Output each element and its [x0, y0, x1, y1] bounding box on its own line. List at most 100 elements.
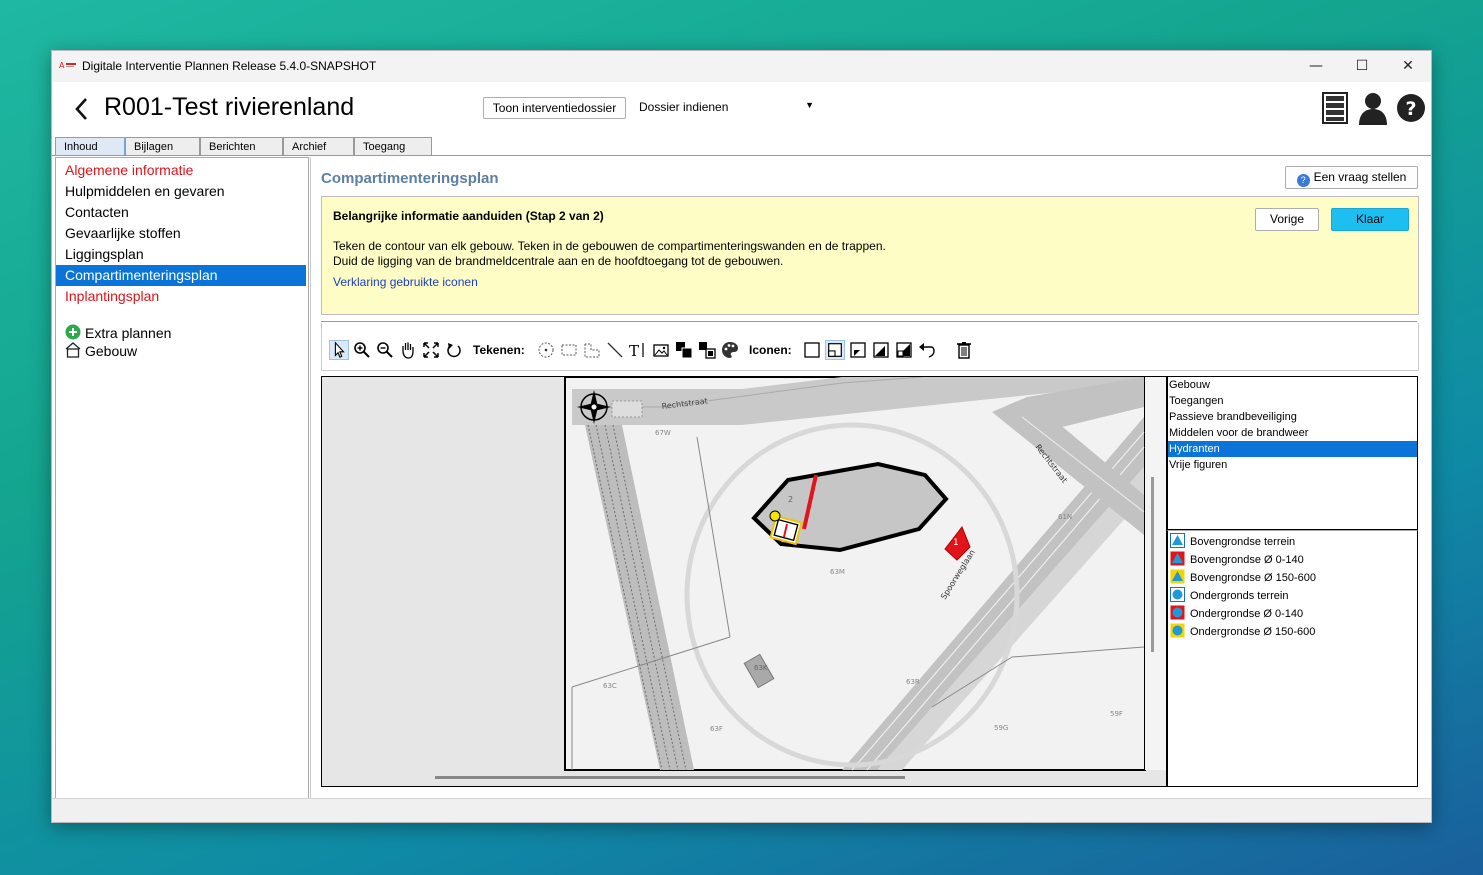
- ask-question-button[interactable]: ? Een vraag stellen: [1285, 166, 1418, 189]
- app-window: A Digitale Interventie Plannen Release 5…: [51, 50, 1432, 823]
- draw-polygon-icon[interactable]: [582, 340, 602, 360]
- hydrant-icon-item[interactable]: Ondergrondse Ø 0-140: [1168, 605, 1417, 623]
- hydrant-icon-item[interactable]: Bovengrondse Ø 0-140: [1168, 551, 1417, 569]
- draw-circle-icon[interactable]: [536, 340, 556, 360]
- sidebar-item-algemene-informatie[interactable]: Algemene informatie: [56, 160, 306, 181]
- tab-divider: [52, 155, 1431, 156]
- draw-line-icon[interactable]: [605, 340, 625, 360]
- layer-item-middelen-brandweer[interactable]: Middelen voor de brandweer: [1168, 425, 1417, 441]
- maximize-button[interactable]: ☐: [1339, 51, 1385, 82]
- icon-style-5-icon[interactable]: [894, 340, 914, 360]
- zoom-out-icon[interactable]: [375, 340, 395, 360]
- back-chevron-icon[interactable]: [72, 96, 92, 122]
- hydrant-above-150-600-icon: [1170, 569, 1185, 584]
- layers-list: Gebouw Toegangen Passieve brandbeveiligi…: [1167, 376, 1418, 530]
- layer-item-gebouw[interactable]: Gebouw: [1168, 377, 1417, 393]
- dossier-action-select[interactable]: Dossier indienen ▼: [639, 100, 814, 118]
- hydrant-icon-item[interactable]: Bovengrondse terrein: [1168, 533, 1417, 551]
- icon-style-3-icon[interactable]: [848, 340, 868, 360]
- help-icon[interactable]: ?: [1396, 91, 1426, 125]
- dossier-select-value: Dossier indienen: [639, 100, 729, 114]
- hydrant-icon-item[interactable]: Bovengrondse Ø 150-600: [1168, 569, 1417, 587]
- extra-plans-button[interactable]: Extra plannen: [65, 324, 171, 341]
- icon-style-2-icon[interactable]: [825, 340, 845, 360]
- minimize-button[interactable]: —: [1293, 51, 1339, 82]
- drawing-toolbar: Tekenen: T Iconen:: [321, 323, 1419, 371]
- icons-label: Iconen:: [749, 343, 792, 357]
- trash-icon[interactable]: [954, 340, 974, 360]
- icon-style-4-icon[interactable]: [871, 340, 891, 360]
- svg-text:?: ?: [1405, 98, 1416, 120]
- tab-toegang[interactable]: Toegang: [354, 137, 432, 155]
- hydrant-icon-label: Ondergronds terrein: [1190, 590, 1289, 602]
- sidebar-item-contacten[interactable]: Contacten: [56, 202, 306, 223]
- previous-button[interactable]: Vorige: [1255, 208, 1319, 231]
- map-drawing[interactable]: Rechtstraat Rechtstraat Spoorweglaan 67W…: [322, 377, 1167, 787]
- marker-number: 1: [953, 538, 959, 548]
- parcel-label: 63K: [754, 664, 768, 672]
- icon-legend-link[interactable]: Verklaring gebruikte iconen: [333, 275, 478, 289]
- chevron-down-icon: ▼: [805, 100, 814, 110]
- parcel-label: 63C: [603, 682, 617, 690]
- color-palette-icon[interactable]: [720, 340, 740, 360]
- horizontal-scrollbar[interactable]: [435, 776, 905, 779]
- hydrant-icon-label: Bovengrondse terrein: [1190, 536, 1296, 548]
- sidebar-item-hulpmiddelen[interactable]: Hulpmiddelen en gevaren: [56, 181, 306, 202]
- dossier-tabs: Inhoud Bijlagen Berichten Archief Toegan…: [55, 137, 1431, 155]
- toon-interventiedossier-button[interactable]: Toon interventiedossier: [483, 97, 626, 119]
- layer-item-toegangen[interactable]: Toegangen: [1168, 393, 1417, 409]
- question-icon: ?: [1296, 174, 1310, 187]
- done-button[interactable]: Klaar: [1331, 208, 1409, 231]
- layer-item-passieve-brandbeveiliging[interactable]: Passieve brandbeveiliging: [1168, 409, 1417, 425]
- tab-bijlagen[interactable]: Bijlagen: [125, 137, 200, 155]
- hydrant-underground-0-140-icon: [1170, 605, 1185, 620]
- hydrant-above-terrain-icon: [1170, 533, 1185, 548]
- draw-text-icon[interactable]: T: [628, 340, 648, 360]
- building-number: 2: [788, 495, 793, 504]
- layer-item-vrije-figuren[interactable]: Vrije figuren: [1168, 457, 1417, 473]
- map-canvas[interactable]: Rechtstraat Rechtstraat Spoorweglaan 67W…: [321, 376, 1167, 787]
- building-label: Gebouw: [85, 343, 138, 359]
- info-line-2: Duid de ligging van de brandmeldcentrale…: [333, 254, 784, 268]
- pan-hand-icon[interactable]: [398, 340, 418, 360]
- select-pointer-icon[interactable]: [329, 340, 349, 360]
- layer-item-hydranten[interactable]: Hydranten: [1168, 441, 1417, 457]
- dossier-header: R001-Test rivierenland Toon interventied…: [52, 82, 1431, 137]
- undo-icon[interactable]: [917, 340, 937, 360]
- zoom-in-icon[interactable]: [352, 340, 372, 360]
- svg-text:T: T: [629, 342, 639, 360]
- hydrant-icon-item[interactable]: Ondergrondse Ø 150-600: [1168, 623, 1417, 641]
- status-bar: [52, 798, 1431, 822]
- bring-forward-icon[interactable]: [674, 340, 694, 360]
- extra-plans-label: Extra plannen: [85, 325, 172, 341]
- fit-extent-icon[interactable]: [421, 340, 441, 360]
- parcel-label: 63F: [710, 725, 723, 733]
- send-backward-icon[interactable]: [697, 340, 717, 360]
- parcel-label: 59F: [1110, 710, 1123, 718]
- tab-berichten[interactable]: Berichten: [200, 137, 283, 155]
- hydrant-icon-list: Bovengrondse terrein Bovengrondse Ø 0-14…: [1167, 530, 1418, 787]
- window-title: Digitale Interventie Plannen Release 5.4…: [82, 59, 377, 73]
- sidebar-item-compartimenteringsplan[interactable]: Compartimenteringsplan: [56, 265, 306, 286]
- vertical-scrollbar[interactable]: [1151, 477, 1154, 652]
- sidebar-item-inplantingsplan[interactable]: Inplantingsplan: [56, 286, 306, 307]
- draw-rectangle-icon[interactable]: [559, 340, 579, 360]
- sidebar: Algemene informatie Hulpmiddelen en geva…: [55, 157, 309, 799]
- insert-image-icon[interactable]: [651, 340, 671, 360]
- cabinet-icon[interactable]: [1320, 91, 1350, 125]
- tab-archief[interactable]: Archief: [283, 137, 354, 155]
- hydrant-above-0-140-icon: [1170, 551, 1185, 566]
- tab-inhoud[interactable]: Inhoud: [55, 137, 125, 155]
- user-icon[interactable]: [1358, 91, 1388, 125]
- hydrant-underground-terrain-icon: [1170, 587, 1185, 602]
- hydrant-icon-item[interactable]: Ondergronds terrein: [1168, 587, 1417, 605]
- icon-style-1-icon[interactable]: [802, 340, 822, 360]
- close-button[interactable]: ✕: [1385, 51, 1431, 82]
- sidebar-item-gevaarlijke-stoffen[interactable]: Gevaarlijke stoffen: [56, 223, 306, 244]
- hydrant-icon-label: Ondergrondse Ø 150-600: [1190, 626, 1316, 638]
- building-item[interactable]: Gebouw: [65, 342, 137, 359]
- sidebar-item-liggingsplan[interactable]: Liggingsplan: [56, 244, 306, 265]
- section-title: Compartimenteringsplan: [321, 170, 499, 187]
- rotate-icon[interactable]: [444, 340, 464, 360]
- parcel-label: 61N: [1058, 513, 1072, 521]
